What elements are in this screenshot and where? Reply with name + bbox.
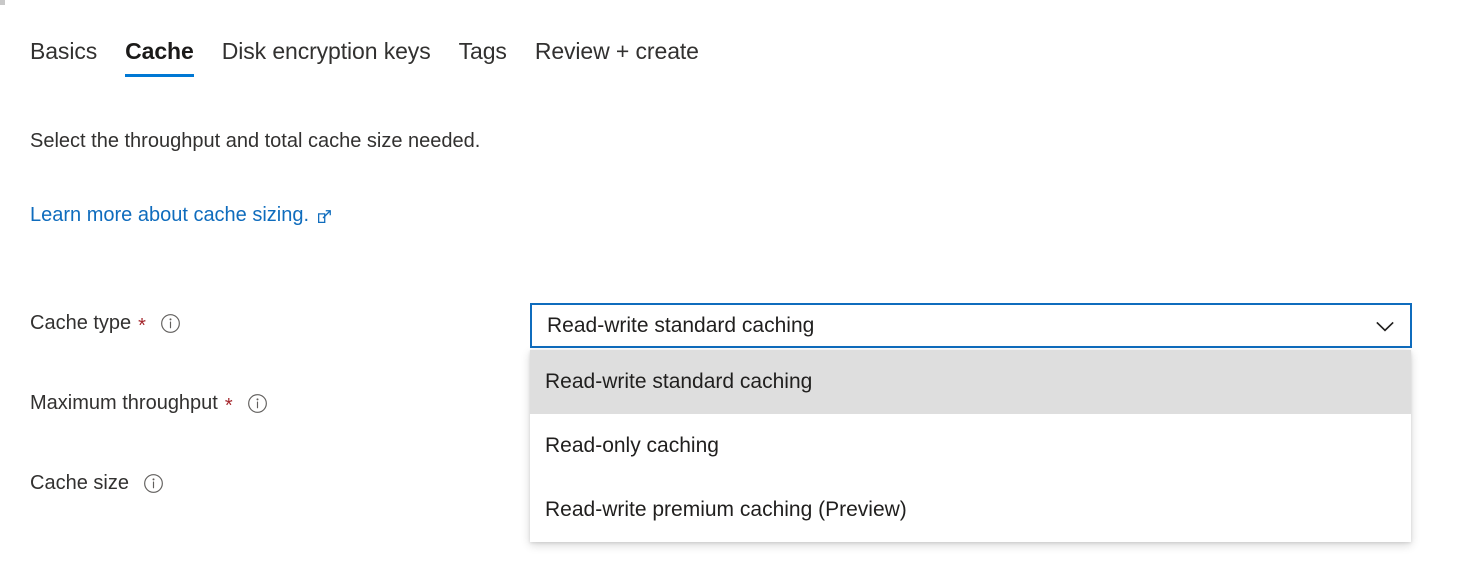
dropdown-option-label: Read-write standard caching [545,370,813,393]
field-label-cache-size-text: Cache size [30,472,129,494]
required-marker: * [138,314,146,337]
panel-corner-artifact [0,0,5,5]
wizard-tabstrip: Basics Cache Disk encryption keys Tags R… [30,40,713,77]
dropdown-option-label: Read-write premium caching (Preview) [545,498,907,521]
tab-review-create-label: Review + create [534,38,699,64]
required-marker: * [224,394,233,417]
tab-tags-label: Tags [458,38,507,64]
tab-active-underline [125,74,194,77]
learn-more-link[interactable]: Learn more about cache sizing. [30,202,333,228]
tab-review-create[interactable]: Review + create [521,40,713,77]
dropdown-option-read-only[interactable]: Read-only caching [530,414,1411,478]
field-label-maximum-throughput-text: Maximum throughput [30,392,218,414]
tab-tags[interactable]: Tags [445,40,521,77]
tab-basics-label: Basics [30,38,98,64]
field-label-cache-type: Cache type * [30,312,181,337]
cache-type-selected-value: Read-write standard caching [547,313,815,337]
cache-type-dropdown-list: Read-write standard caching Read-only ca… [530,350,1411,542]
dropdown-option-label: Read-only caching [545,434,719,457]
tab-disk-encryption-keys[interactable]: Disk encryption keys [208,40,445,77]
dropdown-option-read-write-standard[interactable]: Read-write standard caching [530,350,1411,414]
tab-basics[interactable]: Basics [30,40,111,77]
external-link-icon [316,208,333,225]
cache-type-combobox[interactable]: Read-write standard caching [530,303,1412,348]
info-icon[interactable] [143,473,164,494]
field-label-cache-type-text: Cache type [30,312,132,334]
tab-cache[interactable]: Cache [111,40,208,77]
learn-more-label: Learn more about cache sizing. [30,204,310,226]
tab-disk-encryption-keys-label: Disk encryption keys [221,38,431,64]
chevron-down-icon[interactable] [1372,313,1398,339]
tab-cache-label: Cache [125,38,194,64]
info-icon[interactable] [160,313,181,334]
page-description: Select the throughput and total cache si… [30,130,481,152]
dropdown-option-read-write-premium[interactable]: Read-write premium caching (Preview) [530,478,1411,542]
field-label-maximum-throughput: Maximum throughput * [30,392,268,417]
field-label-cache-size: Cache size [30,472,164,495]
info-icon[interactable] [247,393,268,414]
